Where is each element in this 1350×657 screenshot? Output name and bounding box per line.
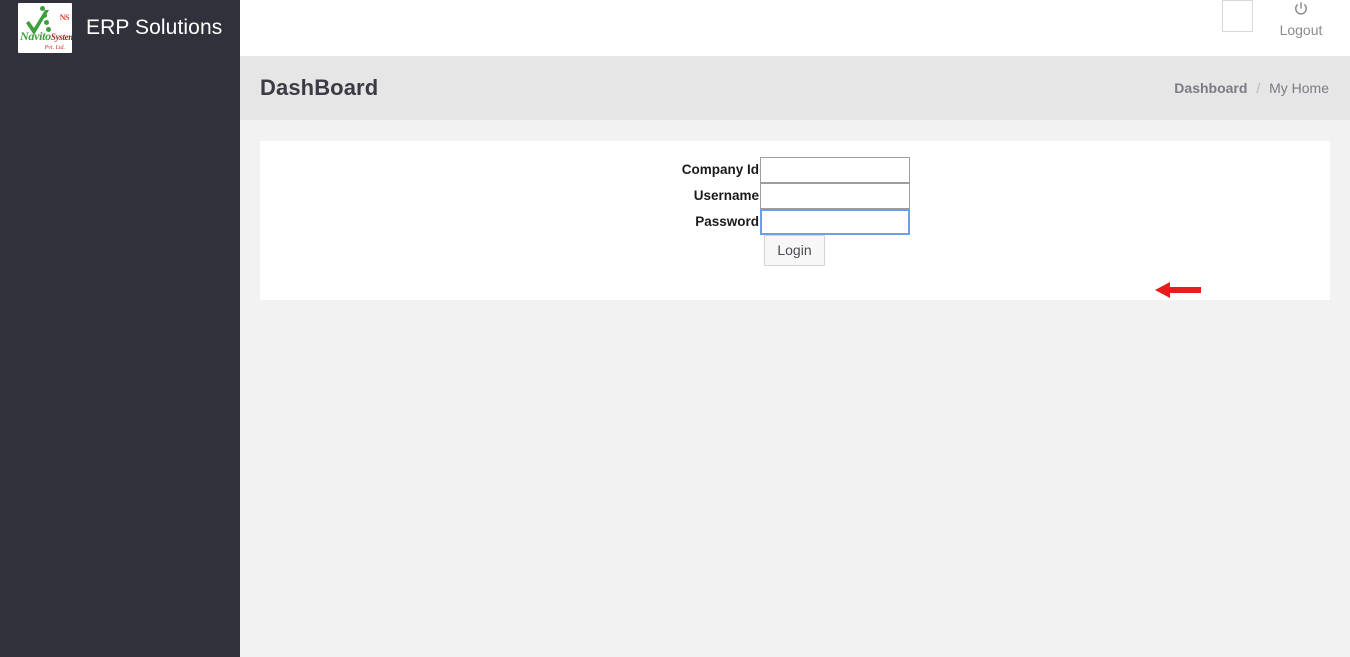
logo-monogram: NS [60, 13, 69, 22]
form-row-company-id: Company Id [672, 157, 910, 183]
username-label: Username [672, 183, 760, 209]
password-input[interactable] [760, 209, 910, 235]
logo-dots [40, 6, 52, 28]
sidebar: NS NavitoSystems Pvt. Ltd. ERP Solutions [0, 0, 240, 657]
content-area: Company Id Username Password Login [240, 120, 1350, 657]
erp-dashboard-page: NS NavitoSystems Pvt. Ltd. ERP Solutions… [0, 0, 1350, 657]
breadcrumb-separator: / [1251, 80, 1265, 96]
logout-label: Logout [1266, 18, 1336, 38]
logo-word-second: Systems [51, 32, 72, 42]
topbar: Logout [240, 0, 1350, 56]
logout-button[interactable]: Logout [1266, 0, 1336, 38]
login-card: Company Id Username Password Login [260, 141, 1330, 300]
username-input[interactable] [760, 183, 910, 209]
logo-word-main: Navito [20, 29, 51, 43]
page-header-band: DashBoard Dashboard / My Home [240, 56, 1350, 120]
login-button[interactable]: Login [764, 235, 825, 266]
breadcrumb: Dashboard / My Home [1174, 80, 1329, 96]
form-row-password: Password [672, 209, 910, 235]
logo-subtext: Pvt. Ltd. [45, 45, 66, 51]
company-logo-icon: NS NavitoSystems Pvt. Ltd. [18, 3, 72, 53]
breadcrumb-item-dashboard[interactable]: Dashboard [1174, 80, 1247, 96]
page-title: DashBoard [260, 75, 378, 101]
brand-title: ERP Solutions [86, 16, 222, 40]
company-id-input[interactable] [760, 157, 910, 183]
breadcrumb-item-my-home: My Home [1269, 80, 1329, 96]
brand-header[interactable]: NS NavitoSystems Pvt. Ltd. ERP Solutions [0, 0, 240, 56]
broken-image-icon [1222, 0, 1253, 32]
form-row-submit: Login [764, 237, 825, 263]
logo-wordmark: NavitoSystems [20, 29, 72, 44]
form-row-username: Username [672, 183, 910, 209]
power-icon [1292, 0, 1310, 18]
company-id-label: Company Id [672, 157, 760, 183]
password-label: Password [672, 209, 760, 235]
